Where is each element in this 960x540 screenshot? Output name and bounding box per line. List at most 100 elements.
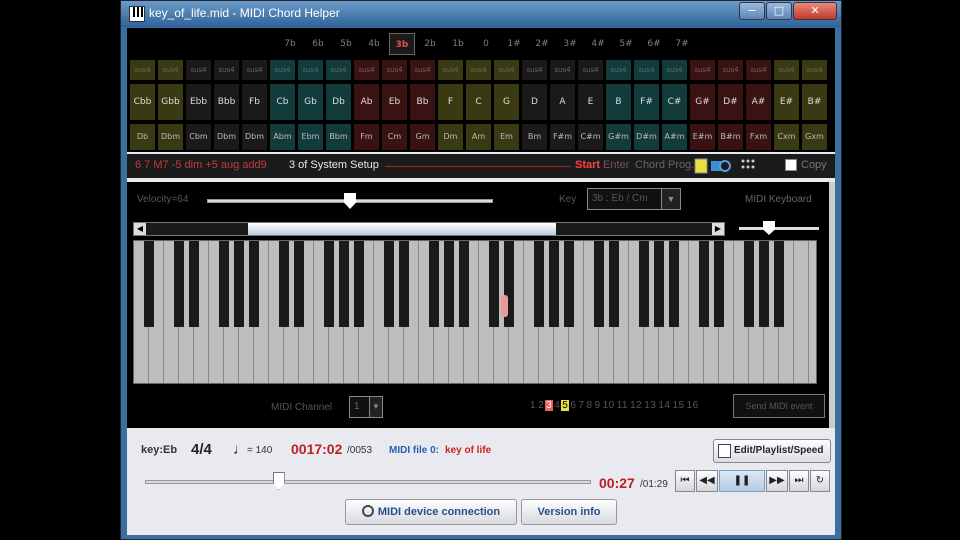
seek-slider[interactable]: [145, 480, 591, 484]
minor-chord-button[interactable]: F#m: [550, 124, 575, 150]
key-signature-6b[interactable]: 6b: [305, 33, 331, 55]
sus4-chord-button[interactable]: sus4: [214, 60, 239, 80]
black-key[interactable]: [654, 241, 664, 327]
major-chord-button[interactable]: A: [550, 84, 575, 120]
minor-chord-button[interactable]: Em: [494, 124, 519, 150]
minor-chord-button[interactable]: Gm: [410, 124, 435, 150]
black-key[interactable]: [534, 241, 544, 327]
key-signature-0[interactable]: 0: [473, 33, 499, 55]
major-chord-button[interactable]: Cbb: [130, 84, 155, 120]
channel-indicator[interactable]: 5: [561, 400, 570, 411]
black-key[interactable]: [429, 241, 439, 327]
minor-chord-button[interactable]: Bm: [522, 124, 547, 150]
black-key[interactable]: [279, 241, 289, 327]
key-signature-1#[interactable]: 1#: [501, 33, 527, 55]
sus4-chord-button[interactable]: sus4: [186, 60, 211, 80]
white-key[interactable]: [794, 241, 809, 383]
key-signature-7#[interactable]: 7#: [669, 33, 695, 55]
black-key[interactable]: [774, 241, 784, 327]
minor-chord-button[interactable]: E#m: [690, 124, 715, 150]
scrollbar-thumb[interactable]: [248, 223, 556, 235]
range-slider-thumb[interactable]: [763, 221, 775, 235]
sus4-chord-button[interactable]: sus4: [326, 60, 351, 80]
channel-indicator[interactable]: 14: [657, 400, 671, 411]
sus4-chord-button[interactable]: sus4: [550, 60, 575, 80]
black-key[interactable]: [489, 241, 499, 327]
key-signature-3#[interactable]: 3#: [557, 33, 583, 55]
major-chord-button[interactable]: Eb: [382, 84, 407, 120]
black-key[interactable]: [384, 241, 394, 327]
sus4-chord-button[interactable]: sus4: [606, 60, 631, 80]
sus4-chord-button[interactable]: sus4: [522, 60, 547, 80]
velocity-slider-thumb[interactable]: [344, 193, 356, 209]
major-chord-button[interactable]: C#: [662, 84, 687, 120]
key-signature-1b[interactable]: 1b: [445, 33, 471, 55]
minimize-button[interactable]: −: [739, 2, 765, 20]
keyboard-scrollbar[interactable]: ◀ ▶: [133, 222, 725, 236]
minor-chord-button[interactable]: Dm: [438, 124, 463, 150]
key-signature-5#[interactable]: 5#: [613, 33, 639, 55]
close-button[interactable]: ✕: [793, 2, 837, 20]
major-chord-button[interactable]: Bb: [410, 84, 435, 120]
channel-indicator[interactable]: 4: [553, 400, 561, 411]
channel-indicator[interactable]: 12: [629, 400, 643, 411]
midi-device-connection-button[interactable]: MIDI device connection: [345, 499, 517, 525]
key-signature-4#[interactable]: 4#: [585, 33, 611, 55]
channel-indicator[interactable]: 3: [545, 400, 554, 411]
sus4-chord-button[interactable]: sus4: [802, 60, 827, 80]
black-key[interactable]: [459, 241, 469, 327]
channel-indicator[interactable]: 11: [616, 400, 629, 411]
major-chord-button[interactable]: B: [606, 84, 631, 120]
scroll-left-icon[interactable]: ◀: [134, 223, 146, 235]
key-signature-5b[interactable]: 5b: [333, 33, 359, 55]
minor-chord-button[interactable]: Ebm: [298, 124, 323, 150]
black-key[interactable]: [744, 241, 754, 327]
black-key[interactable]: [339, 241, 349, 327]
send-midi-event-button[interactable]: Send MIDI event: [733, 394, 825, 418]
black-key[interactable]: [564, 241, 574, 327]
channel-indicator[interactable]: 7: [577, 400, 585, 411]
major-chord-button[interactable]: B#: [802, 84, 827, 120]
major-chord-button[interactable]: D: [522, 84, 547, 120]
toolbar-icons[interactable]: [693, 158, 765, 174]
sus4-chord-button[interactable]: sus4: [298, 60, 323, 80]
major-chord-button[interactable]: E: [578, 84, 603, 120]
minor-chord-button[interactable]: Abm: [270, 124, 295, 150]
sus4-chord-button[interactable]: sus4: [718, 60, 743, 80]
major-chord-button[interactable]: Fb: [242, 84, 267, 120]
minor-chord-button[interactable]: G#m: [606, 124, 631, 150]
minor-chord-button[interactable]: Am: [466, 124, 491, 150]
minor-chord-button[interactable]: Dbm: [242, 124, 267, 150]
key-signature-6#[interactable]: 6#: [641, 33, 667, 55]
minor-chord-button[interactable]: Dbm: [214, 124, 239, 150]
major-chord-button[interactable]: F: [438, 84, 463, 120]
black-key[interactable]: [144, 241, 154, 327]
major-chord-button[interactable]: G#: [690, 84, 715, 120]
edit-playlist-speed-button[interactable]: Edit/Playlist/Speed: [713, 439, 831, 463]
black-key[interactable]: [354, 241, 364, 327]
copy-checkbox[interactable]: [785, 159, 797, 171]
piano-keyboard[interactable]: [133, 240, 817, 384]
black-key[interactable]: [609, 241, 619, 327]
skip-to-end-button[interactable]: ⏭: [789, 470, 809, 492]
key-signature-7b[interactable]: 7b: [277, 33, 303, 55]
minor-chord-button[interactable]: Dbm: [158, 124, 183, 150]
sus4-chord-button[interactable]: sus4: [354, 60, 379, 80]
channel-indicator[interactable]: 15: [671, 400, 685, 411]
chevron-down-icon[interactable]: ▼: [661, 188, 681, 210]
channel-indicator[interactable]: 16: [686, 400, 700, 411]
minor-chord-button[interactable]: Fxm: [746, 124, 771, 150]
channel-indicator[interactable]: 6: [569, 400, 577, 411]
minor-chord-button[interactable]: Db: [130, 124, 155, 150]
major-chord-button[interactable]: A#: [746, 84, 771, 120]
sus4-chord-button[interactable]: sus4: [746, 60, 771, 80]
minor-chord-button[interactable]: C#m: [578, 124, 603, 150]
channel-indicator[interactable]: 8: [585, 400, 593, 411]
black-key[interactable]: [549, 241, 559, 327]
fast-forward-button[interactable]: ▶▶: [766, 470, 788, 492]
major-chord-button[interactable]: C: [466, 84, 491, 120]
version-info-button[interactable]: Version info: [521, 499, 617, 525]
sus4-chord-button[interactable]: sus4: [438, 60, 463, 80]
rewind-button[interactable]: ◀◀: [696, 470, 718, 492]
major-chord-button[interactable]: Gb: [298, 84, 323, 120]
